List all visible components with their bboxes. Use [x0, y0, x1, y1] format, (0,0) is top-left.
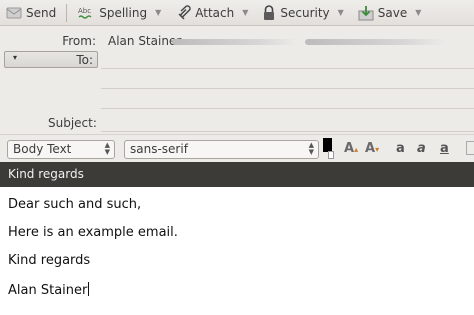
save-label: Save [377, 5, 408, 20]
underline-icon[interactable]: a [440, 141, 449, 156]
font-family-spin-icon: ▲ ▼ [308, 141, 314, 156]
security-button[interactable]: Security ▼ [262, 0, 344, 26]
recipient-type-select[interactable]: ▾ To: [4, 51, 98, 68]
to-field[interactable] [101, 68, 474, 69]
font-smaller-icon[interactable]: A▾ [365, 141, 379, 156]
lock-icon [264, 4, 275, 20]
paragraph-style-select[interactable]: Body Text ▲ ▼ [7, 140, 115, 159]
recipient-row-3[interactable] [101, 108, 474, 109]
from-identity-redacted [305, 39, 445, 45]
signature-text: Alan Stainer [8, 283, 88, 298]
italic-icon[interactable]: a [417, 141, 426, 156]
body-line-4: Alan Stainer [8, 282, 90, 298]
subject-label: Subject: [48, 116, 97, 130]
message-body[interactable]: Dear such and such, Here is an example e… [0, 187, 474, 315]
to-label: To: [76, 53, 93, 67]
font-family-value: sans-serif [130, 142, 188, 156]
paragraph-style-value: Body Text [13, 142, 72, 156]
attach-dropdown-icon[interactable]: ▼ [242, 8, 248, 17]
from-field[interactable]: Alan Stainer [108, 34, 181, 48]
spelling-dropdown-icon[interactable]: ▼ [155, 8, 161, 17]
save-dropdown-icon[interactable]: ▼ [415, 8, 421, 17]
text-color-swatch[interactable] [323, 138, 332, 152]
svg-text:Abc: Abc [78, 7, 91, 15]
paragraph-style-spin-icon: ▲ ▼ [104, 141, 110, 156]
text-cursor [88, 282, 90, 296]
attach-label: Attach [195, 5, 235, 20]
more-format-options[interactable] [466, 141, 474, 155]
spelling-label: Spelling [99, 5, 148, 20]
background-color-swatch[interactable] [328, 151, 334, 159]
font-larger-icon[interactable]: A▴ [344, 141, 358, 156]
recipient-row-2[interactable] [101, 88, 474, 89]
font-family-select[interactable]: sans-serif ▲ ▼ [124, 140, 319, 159]
from-label: From: [62, 34, 96, 48]
subject-field[interactable] [101, 131, 474, 132]
security-dropdown-icon[interactable]: ▼ [338, 8, 344, 17]
send-label: Send [26, 5, 57, 20]
spelling-button[interactable]: Abc Spelling ▼ [77, 0, 161, 26]
recipient-type-dropdown-icon: ▾ [13, 53, 18, 62]
subject-value: Kind regards [8, 167, 84, 181]
from-name: Alan Stainer [108, 34, 182, 48]
attach-button[interactable]: Attach ▼ [177, 0, 248, 26]
body-line-3: Kind regards [8, 253, 91, 268]
toolbar-separator [66, 3, 68, 22]
spelling-icon: Abc [78, 7, 92, 19]
compose-toolbar: Send Abc Spelling ▼ Attach ▼ Security ▼ … [0, 0, 474, 26]
security-label: Security [280, 5, 330, 20]
address-header: From: Alan Stainer ▾ To: Subject: [0, 26, 474, 134]
save-button[interactable]: Save ▼ [358, 0, 421, 26]
paperclip-icon [178, 4, 191, 20]
body-line-1: Dear such and such, [8, 197, 142, 212]
bold-icon[interactable]: a [396, 141, 405, 156]
save-icon [358, 5, 374, 20]
body-line-2: Here is an example email. [8, 225, 178, 240]
subject-title-bar: Kind regards [0, 162, 474, 187]
send-button[interactable]: Send [6, 0, 56, 26]
from-email-redacted [172, 39, 296, 45]
send-icon [6, 7, 22, 18]
